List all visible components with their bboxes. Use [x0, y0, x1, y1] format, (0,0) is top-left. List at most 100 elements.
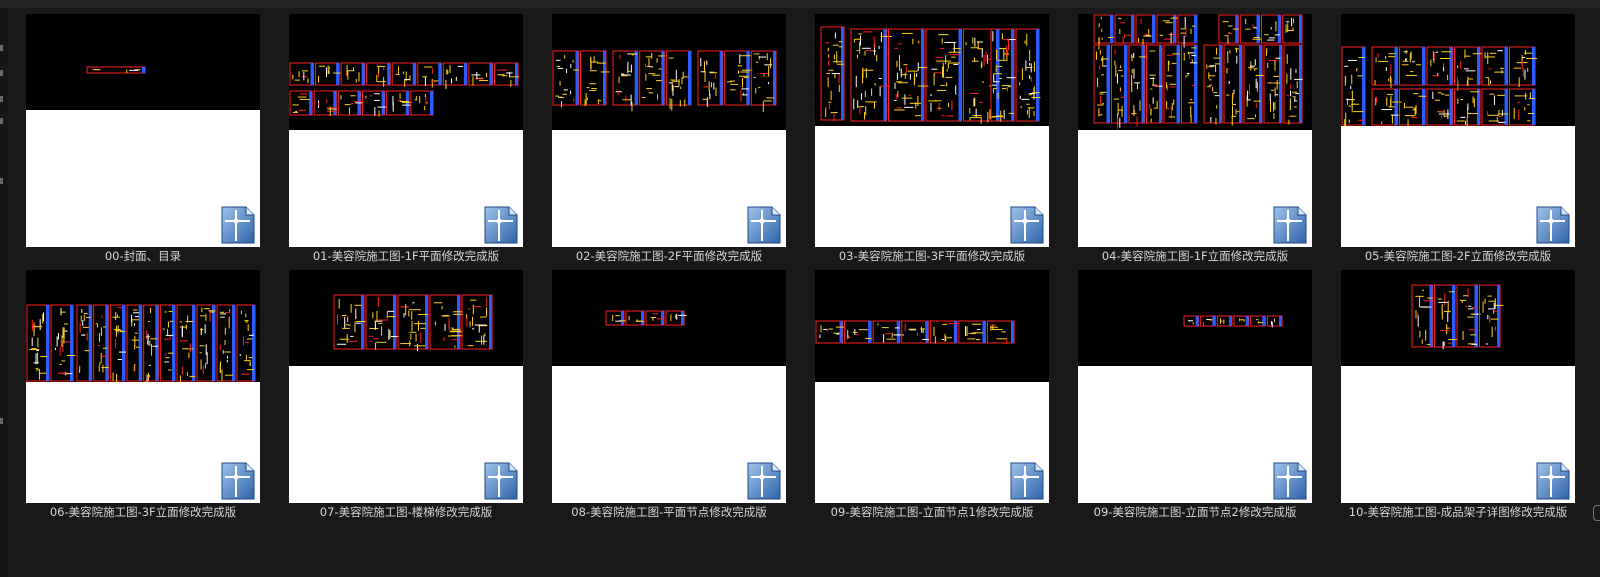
cad-linework — [1294, 106, 1297, 108]
file-tile[interactable]: 01-美容院施工图-1F平面修改完成版 — [289, 14, 523, 270]
file-name[interactable]: 09-美容院施工图-立面节点1修改完成版 — [803, 504, 1061, 520]
cad-preview — [1078, 270, 1312, 366]
file-name[interactable]: 01-美容院施工图-1F平面修改完成版 — [277, 248, 535, 264]
file-name[interactable]: 08-美容院施工图-平面节点修改完成版 — [540, 504, 798, 520]
file-name[interactable]: 06-美容院施工图-3F立面修改完成版 — [14, 504, 272, 520]
cad-linework — [838, 46, 843, 48]
file-name[interactable]: 10-美容院施工图-成品架子详图修改完成版 — [1329, 504, 1587, 520]
file-tile[interactable]: 07-美容院施工图-楼梯修改完成版 — [289, 270, 523, 526]
cad-linework — [985, 51, 987, 62]
cad-linework — [913, 75, 915, 86]
cad-linework — [979, 101, 983, 103]
file-tile[interactable]: 06-美容院施工图-3F立面修改完成版 — [26, 270, 260, 526]
cad-title-block — [122, 305, 125, 381]
cad-linework — [942, 66, 944, 78]
cad-linework — [1425, 329, 1427, 341]
cad-title-block — [463, 63, 467, 85]
cad-linework — [83, 314, 85, 322]
cad-linework — [861, 93, 863, 100]
cad-linework — [972, 115, 982, 117]
file-tile[interactable]: 03-美容院施工图-3F平面修改完成版 — [815, 14, 1049, 270]
cad-linework — [1460, 60, 1462, 70]
cad-linework — [871, 88, 873, 97]
cad-linework — [1390, 95, 1392, 106]
cad-linework — [1254, 114, 1256, 118]
file-name[interactable]: 07-美容院施工图-楼梯修改完成版 — [277, 504, 535, 520]
file-tile[interactable]: 08-美容院施工图-平面节点修改完成版 — [552, 270, 786, 526]
cad-linework — [760, 73, 768, 75]
cad-linework — [420, 327, 426, 329]
file-tile[interactable]: 04-美容院施工图-1F立面修改完成版 — [1078, 14, 1312, 270]
file-tile[interactable]: 09-美容院施工图-立面节点2修改完成版 — [1078, 270, 1312, 526]
cad-linework — [1374, 79, 1376, 85]
file-name[interactable]: 03-美容院施工图-3F平面修改完成版 — [803, 248, 1061, 264]
cad-linework — [1460, 116, 1466, 118]
cad-linework — [1268, 59, 1278, 61]
cad-linework — [876, 54, 878, 62]
cad-linework — [1444, 293, 1446, 306]
cad-linework — [1007, 39, 1009, 51]
cad-linework — [1113, 98, 1120, 100]
cad-linework — [219, 361, 221, 373]
cad-linework — [229, 309, 231, 312]
cad-linework — [355, 78, 357, 83]
cad-linework — [1103, 65, 1107, 67]
cad-linework — [562, 93, 567, 95]
cad-linework — [1000, 110, 1002, 122]
cad-linework — [993, 87, 997, 89]
cad-linework — [1466, 113, 1478, 115]
file-name[interactable]: 09-美容院施工图-立面节点2修改完成版 — [1066, 504, 1324, 520]
cad-linework — [1100, 17, 1102, 20]
cad-linework — [828, 59, 830, 67]
cad-linework — [1143, 35, 1152, 37]
cad-title-block — [1259, 45, 1262, 123]
cad-linework — [1376, 96, 1378, 103]
cad-linework — [671, 99, 673, 111]
cad-linework — [1119, 87, 1121, 92]
file-name[interactable]: 05-美容院施工图-2F立面修改完成版 — [1329, 248, 1587, 264]
cad-linework — [971, 323, 982, 325]
file-name[interactable]: 00-封面、目录 — [14, 248, 272, 264]
cad-linework — [131, 314, 133, 323]
cad-linework — [147, 334, 149, 346]
cad-linework — [80, 315, 82, 322]
cad-sheet-frame — [1456, 284, 1478, 348]
cad-linework — [179, 340, 188, 342]
cad-preview — [552, 14, 786, 130]
file-tile[interactable]: 10-美容院施工图-成品架子详图修改完成版 — [1341, 270, 1575, 526]
cad-linework — [112, 316, 120, 318]
cad-linework — [200, 327, 202, 336]
cad-linework — [830, 112, 836, 114]
file-tile[interactable]: 05-美容院施工图-2F立面修改完成版 — [1341, 14, 1575, 270]
file-thumbnail — [552, 14, 786, 247]
cad-linework — [1212, 86, 1214, 92]
dwg-file-icon — [1536, 206, 1570, 244]
file-name[interactable]: 02-美容院施工图-2F平面修改完成版 — [540, 248, 798, 264]
file-tile[interactable]: 09-美容院施工图-立面节点1修改完成版 — [815, 270, 1049, 526]
cad-linework — [974, 43, 976, 47]
cad-linework — [472, 304, 474, 315]
cad-linework — [1223, 319, 1225, 325]
cad-linework — [589, 70, 597, 72]
cad-linework — [856, 50, 859, 52]
cad-linework — [936, 60, 943, 62]
cad-linework — [941, 38, 943, 44]
file-tile[interactable]: 02-美容院施工图-2F平面修改完成版 — [552, 14, 786, 270]
cad-linework — [1463, 295, 1468, 297]
file-name[interactable]: 04-美容院施工图-1F立面修改完成版 — [1066, 248, 1324, 264]
cad-linework — [1228, 80, 1230, 85]
cad-linework — [424, 94, 426, 98]
cad-linework — [1353, 111, 1364, 113]
cad-linework — [1236, 55, 1238, 64]
scrollbar-edge[interactable] — [1593, 505, 1600, 521]
file-tile[interactable]: 00-封面、目录 — [26, 14, 260, 270]
cad-linework — [200, 359, 202, 370]
cad-linework — [1235, 109, 1237, 115]
cad-linework — [486, 307, 488, 317]
cad-linework — [32, 326, 43, 328]
cad-linework — [1272, 82, 1280, 84]
navigation-pane-edge[interactable] — [0, 8, 8, 577]
cad-linework — [993, 74, 995, 83]
cad-linework — [825, 42, 830, 44]
cad-linework — [865, 337, 872, 339]
